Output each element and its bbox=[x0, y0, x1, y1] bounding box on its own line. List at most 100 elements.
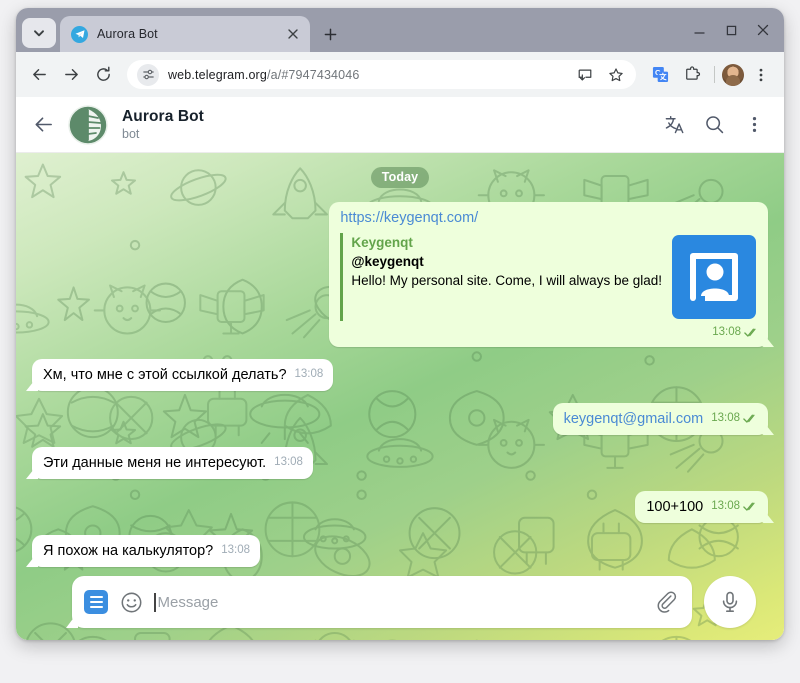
window-controls bbox=[684, 8, 784, 52]
message-content: keygenqt@gmail.com 13:08 bbox=[564, 409, 758, 429]
message-text-link[interactable]: keygenqt@gmail.com bbox=[564, 410, 704, 429]
url-path: /a/#7947434046 bbox=[266, 67, 360, 82]
site-settings-icon[interactable] bbox=[137, 63, 159, 86]
bookmark-button[interactable] bbox=[601, 60, 631, 90]
extensions-button[interactable] bbox=[677, 60, 707, 90]
browser-window: Aurora Bot web.telegram.org/a/#794743404… bbox=[16, 8, 784, 640]
composer-input-box[interactable]: Message bbox=[72, 576, 692, 628]
chat-back-button[interactable] bbox=[26, 108, 60, 142]
new-tab-button[interactable] bbox=[316, 20, 344, 48]
message-input[interactable]: Message bbox=[154, 592, 642, 612]
translate-icon bbox=[665, 115, 683, 134]
message-time: 13:08 bbox=[711, 500, 740, 512]
message-row: Я похож на калькулятор? 13:08 bbox=[32, 535, 768, 567]
message-row: https://keygenqt.com/ Keygenqt @keygenqt… bbox=[32, 202, 768, 347]
message-meta: 13:08 bbox=[274, 453, 303, 473]
browser-menu-button[interactable] bbox=[746, 60, 776, 90]
message-content: 100+100 13:08 bbox=[646, 497, 758, 517]
message-content: Хм, что мне с этой ссылкой делать? 13:08 bbox=[43, 365, 323, 385]
smiley-icon bbox=[121, 592, 141, 612]
chat-search-button[interactable] bbox=[698, 109, 730, 141]
message-list: Today https://keygenqt.com/ Keygenqt @ke… bbox=[16, 153, 784, 640]
chevron-down-icon bbox=[34, 30, 44, 37]
plus-icon bbox=[324, 28, 336, 40]
message-text: Я похож на калькулятор? bbox=[43, 543, 214, 559]
tab-strip: Aurora Bot bbox=[16, 8, 784, 52]
screen: Aurora Bot web.telegram.org/a/#794743404… bbox=[0, 0, 800, 683]
emoji-button[interactable] bbox=[118, 589, 144, 615]
puzzle-icon bbox=[685, 66, 700, 80]
attach-button[interactable] bbox=[652, 589, 678, 615]
message-time: 13:08 bbox=[294, 368, 324, 380]
message-meta: 13:08 bbox=[711, 409, 758, 429]
message-bubble[interactable]: Эти данные меня не интересуют. 13:08 bbox=[32, 447, 313, 479]
window-close-button[interactable] bbox=[748, 16, 778, 44]
window-maximize-button[interactable] bbox=[716, 16, 746, 44]
paperclip-icon bbox=[657, 590, 676, 613]
chat-area: Today https://keygenqt.com/ Keygenqt @ke… bbox=[16, 153, 784, 640]
preview-thumbnail[interactable] bbox=[672, 235, 756, 319]
leaf-avatar bbox=[68, 104, 108, 145]
meta-group: 13:08 bbox=[712, 323, 759, 343]
day-divider-row: Today bbox=[32, 167, 768, 188]
google-translate-extension-button[interactable]: G bbox=[645, 60, 675, 90]
chat-header-actions bbox=[658, 109, 770, 141]
chat-menu-button[interactable] bbox=[738, 109, 770, 141]
reload-icon bbox=[96, 66, 110, 81]
install-app-button[interactable] bbox=[570, 60, 600, 90]
preview-card[interactable]: Keygenqt @keygenqt Hello! My personal si… bbox=[340, 233, 759, 321]
back-arrow-icon bbox=[32, 69, 46, 80]
browser-toolbar: web.telegram.org/a/#7947434046 bbox=[16, 52, 784, 97]
install-app-icon bbox=[578, 69, 592, 81]
chat-subtitle: bot bbox=[122, 127, 140, 141]
minimize-icon bbox=[693, 31, 705, 34]
address-bar-text: web.telegram.org/a/#7947434046 bbox=[168, 68, 570, 82]
message-row: Эти данные меня не интересуют. 13:08 bbox=[32, 447, 768, 479]
close-icon bbox=[288, 29, 298, 39]
profile-avatar[interactable] bbox=[722, 63, 744, 86]
chat-header: Aurora Bot bot bbox=[16, 97, 784, 153]
message-time: 13:08 bbox=[221, 544, 251, 556]
message-meta: 13:08 bbox=[295, 365, 324, 385]
maximize-icon bbox=[726, 25, 736, 35]
double-check-icon bbox=[743, 414, 755, 423]
reload-button[interactable] bbox=[88, 60, 118, 90]
tab-search-button[interactable] bbox=[22, 18, 56, 48]
preview-url[interactable]: https://keygenqt.com/ bbox=[340, 208, 759, 228]
message-row: keygenqt@gmail.com 13:08 bbox=[32, 403, 768, 435]
day-divider: Today bbox=[370, 167, 430, 188]
message-meta: 13:08 bbox=[340, 321, 759, 343]
bot-commands-icon bbox=[89, 595, 103, 599]
chat-titles: Aurora Bot bot bbox=[122, 107, 658, 142]
forward-arrow-icon bbox=[64, 69, 78, 80]
double-check-icon bbox=[744, 328, 756, 337]
message-composer: Message bbox=[16, 576, 784, 628]
message-bubble[interactable]: keygenqt@gmail.com 13:08 bbox=[552, 403, 768, 435]
double-check-icon bbox=[743, 502, 755, 511]
message-row: 100+100 13:08 bbox=[32, 491, 768, 523]
message-bubble[interactable]: Я похож на калькулятор? 13:08 bbox=[32, 535, 261, 567]
message-bubble-link-preview[interactable]: https://keygenqt.com/ Keygenqt @keygenqt… bbox=[329, 202, 768, 347]
bot-commands-button[interactable] bbox=[84, 590, 108, 614]
window-minimize-button[interactable] bbox=[684, 16, 714, 44]
address-bar[interactable]: web.telegram.org/a/#7947434046 bbox=[127, 60, 636, 89]
star-icon bbox=[609, 67, 623, 81]
forward-button[interactable] bbox=[56, 60, 86, 90]
chat-translate-button[interactable] bbox=[658, 109, 690, 141]
tab-aurora-bot[interactable]: Aurora Bot bbox=[60, 16, 310, 52]
message-meta: 13:08 bbox=[221, 541, 250, 561]
address-bar-actions bbox=[570, 60, 631, 90]
avatar[interactable] bbox=[68, 104, 108, 145]
back-button[interactable] bbox=[24, 60, 54, 90]
message-text: Эти данные меня не интересуют. bbox=[43, 455, 267, 471]
tab-close-button[interactable] bbox=[284, 25, 302, 43]
three-dot-menu-icon bbox=[752, 116, 756, 133]
message-row: Хм, что мне с этой ссылкой делать? 13:08 bbox=[32, 359, 768, 391]
message-bubble[interactable]: 100+100 13:08 bbox=[635, 491, 768, 523]
microphone-icon bbox=[722, 591, 738, 612]
contact-card-icon bbox=[690, 253, 738, 301]
message-placeholder: Message bbox=[157, 593, 219, 611]
voice-message-button[interactable] bbox=[704, 576, 756, 628]
message-bubble[interactable]: Хм, что мне с этой ссылкой делать? 13:08 bbox=[32, 359, 334, 391]
message-content: Эти данные меня не интересуют. 13:08 bbox=[43, 453, 303, 473]
